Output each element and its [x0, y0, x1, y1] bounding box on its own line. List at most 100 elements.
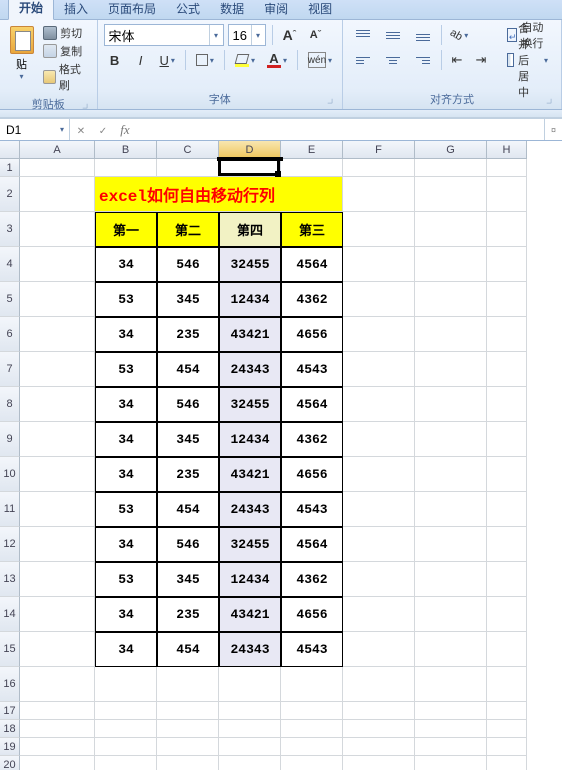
cell-G20[interactable]	[415, 756, 487, 770]
cell-F14[interactable]	[343, 597, 415, 632]
tab-开始[interactable]: 开始	[8, 0, 54, 20]
cell-A15[interactable]	[20, 632, 95, 667]
cell-E19[interactable]	[281, 738, 343, 756]
cell-D16[interactable]	[219, 667, 281, 702]
cell-E14[interactable]: 4656	[281, 597, 343, 632]
cell-H8[interactable]	[487, 387, 527, 422]
align-left-button[interactable]	[349, 49, 377, 71]
cell-D20[interactable]	[219, 756, 281, 770]
cell-G9[interactable]	[415, 422, 487, 457]
row-header-20[interactable]: 20	[0, 756, 20, 770]
cut-button[interactable]: 剪切	[41, 24, 90, 42]
cell-E12[interactable]: 4564	[281, 527, 343, 562]
cell-D10[interactable]: 43421	[219, 457, 281, 492]
cancel-button[interactable]: ✕	[70, 123, 92, 137]
row-header-5[interactable]: 5	[0, 282, 20, 317]
cell-F19[interactable]	[343, 738, 415, 756]
row-header-1[interactable]: 1	[0, 159, 20, 177]
align-right-button[interactable]	[409, 49, 437, 71]
cell-H6[interactable]	[487, 317, 527, 352]
cell-A8[interactable]	[20, 387, 95, 422]
cell-H5[interactable]	[487, 282, 527, 317]
cell-H17[interactable]	[487, 702, 527, 720]
cell-A17[interactable]	[20, 702, 95, 720]
cell-H15[interactable]	[487, 632, 527, 667]
fx-button[interactable]: fx	[114, 122, 136, 138]
cell-D13[interactable]: 12434	[219, 562, 281, 597]
cell-E17[interactable]	[281, 702, 343, 720]
cell-B8[interactable]: 34	[95, 387, 157, 422]
row-header-16[interactable]: 16	[0, 667, 20, 702]
cell-B4[interactable]: 34	[95, 247, 157, 282]
cell-B15[interactable]: 34	[95, 632, 157, 667]
cell-B11[interactable]: 53	[95, 492, 157, 527]
cell-G10[interactable]	[415, 457, 487, 492]
increase-indent-button[interactable]: ⇥	[470, 49, 492, 71]
cell-B10[interactable]: 34	[95, 457, 157, 492]
enter-button[interactable]: ✓	[92, 123, 114, 137]
cell-B3[interactable]: 第一	[95, 212, 157, 247]
tab-页面布局[interactable]: 页面布局	[98, 0, 166, 20]
col-header-D[interactable]: D	[219, 141, 281, 159]
tab-公式[interactable]: 公式	[166, 0, 210, 20]
cell-C12[interactable]: 546	[157, 527, 219, 562]
cell-A19[interactable]	[20, 738, 95, 756]
cell-B5[interactable]: 53	[95, 282, 157, 317]
cell-H4[interactable]	[487, 247, 527, 282]
grow-font-button[interactable]: A ˆ	[279, 24, 301, 46]
row-header-7[interactable]: 7	[0, 352, 20, 387]
cell-A9[interactable]	[20, 422, 95, 457]
cell-F2[interactable]	[343, 177, 415, 212]
cell-A4[interactable]	[20, 247, 95, 282]
paste-button[interactable]: 贴 ▾	[6, 24, 37, 94]
tab-数据[interactable]: 数据	[210, 0, 254, 20]
row-header-12[interactable]: 12	[0, 527, 20, 562]
cell-C16[interactable]	[157, 667, 219, 702]
cell-F16[interactable]	[343, 667, 415, 702]
cell-E1[interactable]	[281, 159, 343, 177]
cell-F9[interactable]	[343, 422, 415, 457]
cell-C9[interactable]: 345	[157, 422, 219, 457]
cell-F3[interactable]	[343, 212, 415, 247]
cell-G3[interactable]	[415, 212, 487, 247]
decrease-indent-button[interactable]: ⇤	[446, 49, 468, 71]
align-center-button[interactable]	[379, 49, 407, 71]
cell-A11[interactable]	[20, 492, 95, 527]
cell-A2[interactable]	[20, 177, 95, 212]
cell-D19[interactable]	[219, 738, 281, 756]
cell-H14[interactable]	[487, 597, 527, 632]
cell-H20[interactable]	[487, 756, 527, 770]
cell-H13[interactable]	[487, 562, 527, 597]
cell-D6[interactable]: 43421	[219, 317, 281, 352]
underline-button[interactable]: U	[156, 49, 179, 71]
row-header-3[interactable]: 3	[0, 212, 20, 247]
shrink-font-button[interactable]: A ˇ	[305, 24, 327, 46]
cell-B18[interactable]	[95, 720, 157, 738]
cell-D18[interactable]	[219, 720, 281, 738]
row-header-14[interactable]: 14	[0, 597, 20, 632]
row-header-10[interactable]: 10	[0, 457, 20, 492]
cell-H12[interactable]	[487, 527, 527, 562]
cell-C4[interactable]: 546	[157, 247, 219, 282]
cell-H3[interactable]	[487, 212, 527, 247]
cell-G17[interactable]	[415, 702, 487, 720]
cell-A6[interactable]	[20, 317, 95, 352]
col-header-H[interactable]: H	[487, 141, 527, 159]
cell-B13[interactable]: 53	[95, 562, 157, 597]
cell-B6[interactable]: 34	[95, 317, 157, 352]
cell-D1[interactable]	[219, 159, 281, 177]
row-header-19[interactable]: 19	[0, 738, 20, 756]
cell-H19[interactable]	[487, 738, 527, 756]
cell-A13[interactable]	[20, 562, 95, 597]
cell-C11[interactable]: 454	[157, 492, 219, 527]
cell-E9[interactable]: 4362	[281, 422, 343, 457]
cell-F17[interactable]	[343, 702, 415, 720]
cell-F7[interactable]	[343, 352, 415, 387]
cell-C19[interactable]	[157, 738, 219, 756]
cell-G15[interactable]	[415, 632, 487, 667]
col-header-C[interactable]: C	[157, 141, 219, 159]
cell-D9[interactable]: 12434	[219, 422, 281, 457]
cell-F4[interactable]	[343, 247, 415, 282]
cell-G7[interactable]	[415, 352, 487, 387]
expand-bar-button[interactable]: ¤	[544, 119, 562, 140]
